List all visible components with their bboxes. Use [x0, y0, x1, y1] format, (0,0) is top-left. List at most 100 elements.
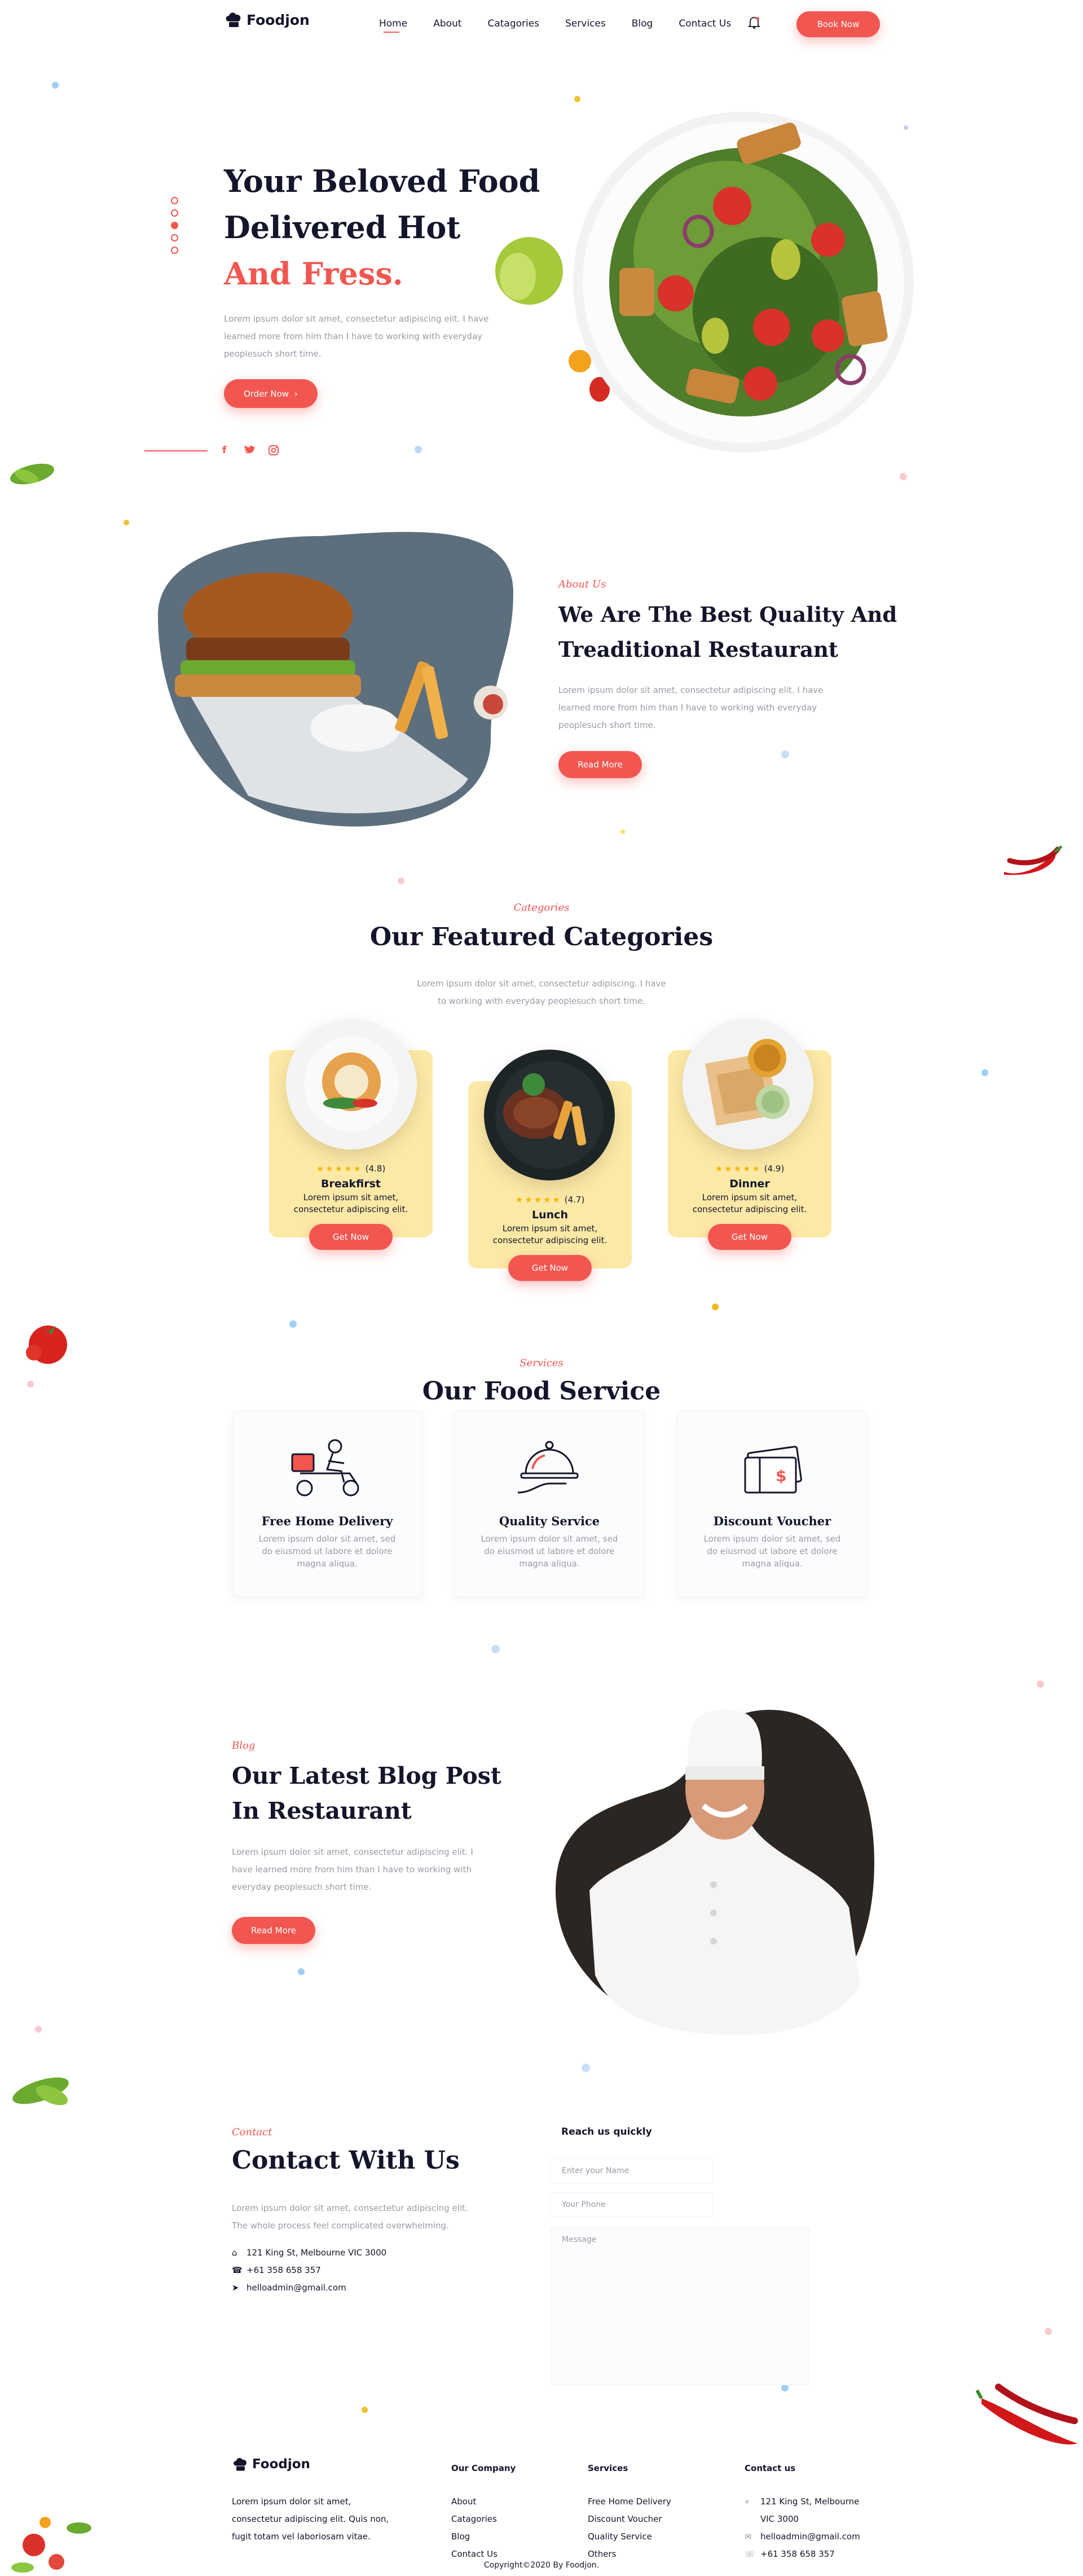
decor-dot: [1037, 1680, 1044, 1688]
footer-email-text[interactable]: helloadmin@gmail.com: [760, 2531, 860, 2542]
about-read-more-button[interactable]: Read More: [558, 751, 642, 778]
decor-dot: [52, 82, 59, 89]
service-title: Quality Service: [499, 1514, 600, 1528]
rating-value: (4.7): [564, 1195, 585, 1205]
blog-read-more-button[interactable]: Read More: [232, 1917, 315, 1944]
footer-address-line: 121 King St, Melbourne: [760, 2496, 860, 2507]
footer-link-quality[interactable]: Quality Service: [588, 2528, 671, 2546]
service-desc: Lorem ipsum dolor sit amet, sed do eiusm…: [703, 1534, 841, 1569]
footer-address-cont: VIC 3000: [745, 2511, 860, 2528]
hero-slider-dots: [171, 197, 178, 254]
decor-dot: [298, 1968, 305, 1975]
breakfast-name: Breakfirst: [320, 1178, 381, 1190]
contact-text: Lorem ipsum dolor sit amet, consectetur …: [232, 2203, 468, 2231]
contact-address: ⌂ 121 King St, Melbourne VIC 3000: [232, 2248, 386, 2258]
address-text: 121 King St, Melbourne VIC 3000: [246, 2248, 387, 2258]
service-card-quality[interactable]: Quality Service Lorem ipsum dolor sit am…: [454, 1411, 645, 1597]
nav-active-underline: [384, 32, 399, 33]
decor-dot: [289, 1320, 297, 1328]
blog-text: Lorem ipsum dolor sit amet, consectetur …: [232, 1847, 473, 1892]
service-card-voucher[interactable]: $ Discount Voucher Lorem ipsum dolor sit…: [677, 1411, 868, 1597]
phone-input[interactable]: Your Phone: [550, 2192, 714, 2217]
footer-services-links: Free Home Delivery Discount Voucher Qual…: [588, 2493, 671, 2563]
lunch-get-now-button[interactable]: Get Now: [508, 1255, 592, 1281]
order-now-button[interactable]: Order Now ›: [224, 379, 318, 408]
slider-dot[interactable]: [171, 197, 178, 204]
footer-company-heading: Our Company: [451, 2463, 516, 2473]
contact-email: ➤ helloadmin@gmail.com: [232, 2283, 346, 2293]
service-card-delivery[interactable]: Free Home Delivery Lorem ipsum dolor sit…: [232, 1411, 422, 1597]
service-desc: Lorem ipsum dolor sit amet, sed do eiusm…: [258, 1534, 396, 1569]
chef-hat-icon: [234, 2457, 246, 2471]
blog-tag: Blog: [232, 1740, 256, 1752]
name-input[interactable]: Enter your Name: [550, 2158, 714, 2183]
about-tag: About Us: [558, 578, 606, 590]
chef-hat-icon: [226, 12, 241, 27]
dinner-get-now-button[interactable]: Get Now: [708, 1224, 791, 1250]
basil-leaf-image: [10, 463, 55, 485]
nav-home[interactable]: Home: [379, 18, 407, 29]
twitter-icon[interactable]: [244, 445, 256, 456]
dinner-desc: Lorem ipsum sit amet, consectetur adipis…: [692, 1192, 807, 1214]
decor-dot: [415, 446, 422, 453]
bell-icon[interactable]: [748, 16, 760, 29]
book-now-button[interactable]: Book Now: [796, 11, 880, 37]
slider-dot[interactable]: [171, 247, 178, 254]
instagram-icon[interactable]: [268, 445, 279, 456]
footer-logo[interactable]: Foodjon: [232, 2456, 310, 2473]
decor-dot: [124, 520, 129, 525]
footer-link-voucher[interactable]: Discount Voucher: [588, 2511, 671, 2528]
about-title-line: We Are The Best Quality And: [558, 602, 897, 627]
footer-link-delivery[interactable]: Free Home Delivery: [588, 2493, 671, 2511]
nav-contact[interactable]: Contact Us: [679, 18, 731, 29]
decor-dot: [712, 1304, 719, 1310]
email-text: helloadmin@gmail.com: [246, 2283, 346, 2293]
services-title: Our Food Service: [422, 1377, 661, 1406]
lunch-desc: Lorem ipsum sit amet, consectetur adipis…: [492, 1223, 607, 1245]
about-text: Lorem ipsum dolor sit amet, consectetur …: [558, 685, 824, 730]
chevron-right-icon: ›: [294, 388, 298, 399]
svg-text:$: $: [776, 1467, 786, 1485]
about-title-line: Treaditional Restaurant: [558, 637, 838, 662]
contact-phone: ☎ +61 358 658 357: [232, 2265, 321, 2275]
service-title: Free Home Delivery: [261, 1514, 393, 1528]
footer-services-heading: Services: [588, 2463, 628, 2473]
site-header: Foodjon Home About Catagories Services Blog C…: [0, 0, 1083, 51]
decor-dot: [620, 830, 625, 834]
decor-dot: [900, 473, 907, 480]
footer-contact-info: ⌖ 121 King St, Melbourne VIC 3000 ✉ helloa…: [745, 2493, 860, 2563]
star-icons: ★★★★★: [515, 1195, 562, 1205]
nav-blog[interactable]: Blog: [632, 18, 653, 29]
lunch-rating: ★★★★★ (4.7): [468, 1195, 632, 1205]
nav-categories[interactable]: Catagories: [487, 18, 539, 29]
cloche-icon: [517, 1441, 579, 1494]
footer-address: ⌖ 121 King St, Melbourne: [745, 2493, 860, 2511]
nav-about[interactable]: About: [433, 18, 461, 29]
slider-dot-active[interactable]: [171, 222, 178, 229]
chili-pepper-image: [976, 2384, 1078, 2445]
copyright: Copyright©2020 By Foodjon.: [483, 2561, 600, 2570]
footer-link-blog[interactable]: Blog: [451, 2528, 498, 2546]
slider-dot[interactable]: [171, 234, 178, 242]
footer-about: Lorem ipsum dolor sit amet, consectetur …: [232, 2496, 389, 2542]
decor-dot: [582, 2064, 590, 2072]
footer-email: ✉ helloadmin@gmail.com: [745, 2528, 860, 2546]
footer-link-categories[interactable]: Catagories: [451, 2511, 498, 2528]
slider-dot[interactable]: [171, 209, 178, 217]
decor-dot: [1045, 2328, 1052, 2335]
basil-leaf-image: [12, 2077, 69, 2105]
logo[interactable]: Foodjon: [224, 10, 310, 29]
footer-link-about[interactable]: About: [451, 2493, 498, 2511]
facebook-icon[interactable]: f: [222, 445, 226, 456]
service-desc: Lorem ipsum dolor sit amet, sed do eiusm…: [481, 1534, 618, 1569]
message-textarea[interactable]: Message: [550, 2227, 809, 2385]
lunch-dish-image: [484, 1050, 615, 1181]
send-icon: ➤: [232, 2283, 239, 2293]
decor-dot: [981, 1069, 988, 1076]
nav-services[interactable]: Services: [565, 18, 606, 29]
hero-text: Lorem ipsum dolor sit amet, consectetur …: [224, 314, 489, 359]
dinner-rating: ★★★★★ (4.9): [668, 1164, 831, 1174]
contact-tag: Contact: [232, 2126, 272, 2138]
footer-contact-heading: Contact us: [745, 2463, 796, 2473]
breakfast-get-now-button[interactable]: Get Now: [309, 1224, 393, 1250]
